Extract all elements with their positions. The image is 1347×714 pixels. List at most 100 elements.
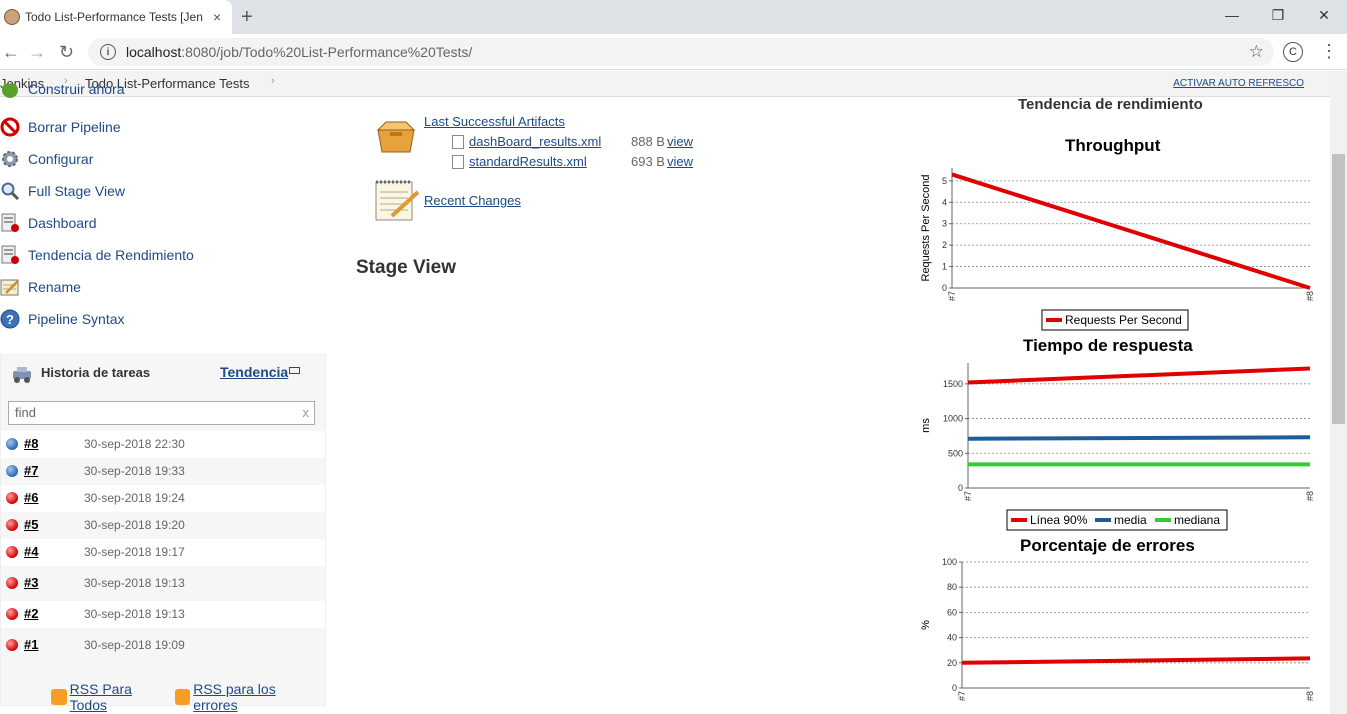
sidebar-item-performance-trend[interactable]: Tendencia de Rendimiento	[0, 243, 194, 267]
clear-filter-icon[interactable]: x	[303, 405, 310, 420]
magnifier-icon	[0, 181, 20, 201]
series-line	[967, 366, 1311, 385]
svg-text:?: ?	[6, 312, 14, 327]
x-tick-label: #8	[1305, 291, 1315, 301]
build-status-ball-icon	[6, 608, 18, 620]
artifact-file-size: 693 B	[631, 154, 665, 169]
build-date: 30-sep-2018 19:09	[84, 638, 185, 652]
build-history-header: Historia de tareas Tendencia	[1, 355, 327, 391]
x-tick-label: #7	[947, 291, 957, 301]
breadcrumb-chevron-icon[interactable]: ›	[271, 75, 275, 87]
filter-placeholder: find	[15, 405, 36, 420]
legend-label: Línea 90%	[1030, 513, 1088, 527]
url-host: localhost	[126, 44, 182, 60]
page-scrollbar[interactable]	[1330, 71, 1347, 714]
y-tick-label: 4	[942, 197, 947, 207]
forward-arrow-icon[interactable]: →	[28, 42, 46, 63]
y-tick-label: 60	[947, 607, 957, 617]
browser-tab[interactable]: Todo List-Performance Tests [Jenkins] ×	[0, 0, 232, 34]
y-tick-label: 3	[942, 219, 947, 229]
restore-icon[interactable]: ❐	[1255, 0, 1301, 30]
build-row: #4 30-sep-2018 19:17	[1, 539, 325, 566]
no-entry-icon	[0, 117, 20, 137]
menu-kebab-icon[interactable]: ⋮	[1320, 41, 1338, 62]
tab-title: Todo List-Performance Tests [Jenkins]	[25, 10, 203, 24]
build-date: 30-sep-2018 19:20	[84, 518, 185, 532]
sidebar-item-label: Configurar	[28, 151, 94, 167]
y-tick-label: 80	[947, 582, 957, 592]
new-tab-icon[interactable]: +	[241, 6, 253, 29]
bookmark-star-icon[interactable]: ☆	[1249, 42, 1264, 62]
legend-label: mediana	[1174, 513, 1220, 527]
minimize-icon[interactable]: —	[1209, 0, 1255, 30]
artifact-file-link[interactable]: dashBoard_results.xml	[469, 134, 601, 149]
rss-all-link[interactable]: RSS Para Todos	[70, 681, 171, 713]
auto-refresh-link[interactable]: ACTIVAR AUTO REFRESCO	[1173, 78, 1304, 89]
sidebar-item-pipeline-syntax[interactable]: ? Pipeline Syntax	[0, 307, 125, 331]
build-date: 30-sep-2018 19:13	[84, 607, 185, 621]
trend-link[interactable]: Tendencia	[220, 364, 288, 380]
build-date: 30-sep-2018 19:24	[84, 491, 185, 505]
y-tick-label: 40	[947, 633, 957, 643]
notepad-icon	[0, 277, 20, 297]
tab-close-icon[interactable]: ×	[213, 9, 221, 25]
build-number-link[interactable]: #2	[24, 606, 38, 621]
artifact-view-link[interactable]: view	[667, 154, 693, 169]
y-axis-label: %	[920, 620, 932, 630]
build-date: 30-sep-2018 19:17	[84, 545, 185, 559]
build-number-link[interactable]: #5	[24, 517, 38, 532]
sidebar-item-configure[interactable]: Configurar	[0, 147, 93, 171]
build-row: #1 30-sep-2018 19:09	[1, 632, 325, 659]
rss-icon	[174, 689, 191, 705]
y-tick-label: 1000	[943, 414, 963, 424]
sidebar-item-delete-pipeline[interactable]: Borrar Pipeline	[0, 115, 121, 139]
breadcrumb: Jenkins › Todo List-Performance Tests › …	[0, 71, 1330, 97]
build-row: #2 30-sep-2018 19:13	[1, 601, 325, 628]
build-history-title: Historia de tareas	[41, 365, 151, 380]
build-status-ball-icon	[6, 546, 18, 558]
build-number-link[interactable]: #7	[24, 463, 38, 478]
artifact-view-link[interactable]: view	[667, 134, 693, 149]
build-status-ball-icon	[6, 438, 18, 450]
recent-changes-link[interactable]: Recent Changes	[424, 193, 521, 208]
build-number-link[interactable]: #4	[24, 544, 38, 559]
collapse-minus-icon[interactable]	[289, 367, 300, 374]
build-status-ball-icon	[6, 639, 18, 651]
build-date: 30-sep-2018 19:13	[84, 576, 185, 590]
window-close-icon[interactable]: ✕	[1301, 0, 1347, 30]
build-number-link[interactable]: #6	[24, 490, 38, 505]
y-tick-label: 1	[942, 262, 947, 272]
build-filter-input[interactable]: find x	[8, 401, 315, 425]
series-line	[961, 656, 1311, 665]
build-history-panel: Historia de tareas Tendencia find x #8 30…	[0, 354, 327, 713]
window-controls: — ❐ ✕	[1209, 0, 1347, 30]
y-tick-label: 2	[942, 240, 947, 250]
x-tick-label: #8	[1305, 691, 1315, 701]
build-number-link[interactable]: #8	[24, 436, 38, 451]
profile-avatar[interactable]: C	[1283, 42, 1303, 62]
rss-icon	[51, 689, 67, 705]
url-path: :8080/job/Todo%20List-Performance%20Test…	[181, 44, 473, 60]
sidebar-item-rename[interactable]: Rename	[0, 275, 81, 299]
last-artifacts-link[interactable]: Last Successful Artifacts	[424, 114, 565, 129]
sidebar-item-full-stage-view[interactable]: Full Stage View	[0, 179, 125, 203]
sidebar-item-label: Construir ahora	[28, 84, 125, 97]
back-arrow-icon[interactable]: ←	[2, 42, 20, 63]
rss-failures-link[interactable]: RSS para los errores	[193, 681, 321, 713]
report-icon	[0, 245, 20, 265]
reload-icon[interactable]: ↻	[59, 42, 74, 63]
site-info-icon[interactable]: i	[100, 44, 116, 60]
build-number-link[interactable]: #1	[24, 637, 38, 652]
sidebar-item-label: Borrar Pipeline	[28, 119, 121, 135]
sidebar-item-build-now[interactable]: Construir ahora	[0, 84, 125, 104]
sidebar-item-dashboard[interactable]: Dashboard	[0, 211, 97, 235]
build-status-ball-icon	[6, 465, 18, 477]
sidebar-item-label: Full Stage View	[28, 183, 126, 199]
error-percentage-chart-title: Porcentaje de errores	[1020, 536, 1195, 555]
rss-links: RSS Para Todos RSS para los errores	[51, 681, 325, 713]
address-bar[interactable]: i localhost:8080/job/Todo%20List-Perform…	[88, 38, 1274, 66]
performance-trend-title: Tendencia de rendimiento	[1018, 96, 1203, 113]
build-number-link[interactable]: #3	[24, 575, 38, 590]
artifact-file-link[interactable]: standardResults.xml	[469, 154, 587, 169]
scrollbar-thumb[interactable]	[1332, 154, 1345, 424]
